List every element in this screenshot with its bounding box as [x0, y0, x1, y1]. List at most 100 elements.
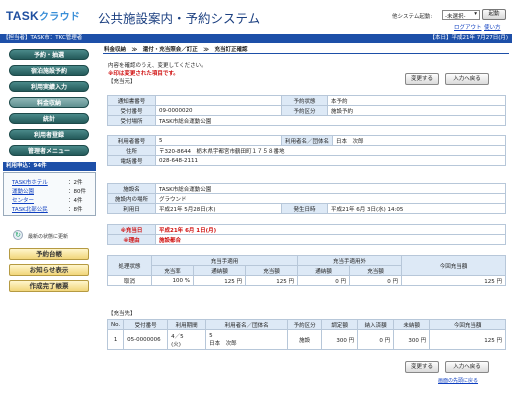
logo-text: TASK: [6, 9, 39, 23]
divider: [103, 53, 509, 54]
receipt-table: 通知書番号 予約状態 本予約 受付番号 09-0000020 予約区分 施設予約…: [107, 95, 506, 126]
main-content: 料金収納 ≫ 還付・充当照会／訂正 ≫ 充当訂正確認 内容を確認のうえ、変更して…: [100, 43, 512, 410]
tel-label: 電話番号: [107, 155, 156, 166]
facility-count: ：80件: [68, 189, 86, 195]
col-uketsuke: 受付番号: [123, 319, 169, 330]
list-item[interactable]: センター ：4件: [12, 196, 83, 204]
table-row: 1 05-0000006 4／5 (火) 5 日本 次郎 施設 300 円 0 円 …: [106, 329, 506, 350]
yoyaku-kubun-value: 施設予約: [327, 105, 506, 116]
back-to-top-link[interactable]: 画面の先頭に戻る: [438, 377, 478, 384]
place-value: グラウンド: [155, 193, 506, 204]
allocation-date-label: ※充当日: [107, 224, 156, 235]
cell-normal2: 0 円: [297, 275, 350, 286]
yoyaku-kubun-label: 予約区分: [281, 105, 328, 116]
operator-info: 【担当者】TASK市：TKC管理者: [3, 35, 83, 41]
col-rate: 充当率: [151, 265, 194, 276]
cell-konkai: 125 円: [429, 329, 506, 350]
refresh-link[interactable]: 最新の状態に更新: [28, 233, 68, 240]
use-date-label: 利用日: [107, 203, 156, 214]
cell-status: 取消: [107, 275, 152, 286]
user-name-value: 日本 次郎: [332, 135, 506, 146]
user-no-label: 利用者番号: [107, 135, 156, 146]
sidebar-item-shukuhaku[interactable]: 宿泊施設予約: [9, 65, 89, 76]
reason-label: ※理由: [107, 234, 156, 245]
uketsuke-place-label: 受付場所: [107, 115, 156, 126]
application-count-box: TASK市ホテル ：2件 運動公園 ：80件 センター ：4件 TASK北部公民 ：8件: [3, 172, 96, 216]
instruction-text: 内容を確認のうえ、変更してください。: [108, 63, 207, 69]
start-button[interactable]: 起動: [482, 9, 506, 20]
col-period: 利用期間: [167, 319, 207, 330]
col-applied: 充当手適用: [151, 255, 298, 266]
app-title: 公共施設案内・予約システム: [98, 11, 261, 26]
status-bar: 【担当者】TASK市：TKC管理者 【本日】平成21年 7月27日(月): [0, 34, 512, 43]
section-title-dest: 【充当先】: [108, 311, 136, 317]
cell-amount2: 0 円: [349, 275, 402, 286]
logout-link[interactable]: ログアウト: [454, 23, 482, 31]
notice-no-value: [155, 95, 282, 106]
sidebar-item-toukei[interactable]: 統計: [9, 113, 89, 124]
list-item[interactable]: 運動公園 ：80件: [12, 187, 86, 195]
cell-no: 1: [106, 329, 125, 350]
uketsuke-no-label: 受付番号: [107, 105, 156, 116]
facility-label: 施設名: [107, 183, 156, 194]
system-launch-label: 他システム起動:: [392, 14, 433, 20]
system-select[interactable]: -未選択- ▾: [442, 10, 480, 20]
chevron-down-icon: ▾: [474, 11, 477, 17]
help-link[interactable]: 使い方: [484, 23, 501, 31]
breadcrumb: 料金収納 ≫ 還付・充当照会／訂正 ≫ 充当訂正確認: [104, 47, 248, 53]
list-item[interactable]: TASK市ホテル ：2件: [12, 178, 83, 186]
changed-notice: ※印は変更された項目です。: [108, 71, 179, 77]
col-normal: 通納額: [193, 265, 246, 276]
section-title-source: 【充当元】: [108, 79, 136, 85]
facility-link[interactable]: 運動公園: [12, 189, 34, 195]
facility-table: 施設名 TASK市総合運動公園 施設内の場所 グラウンド 利用日 平成21年 5…: [107, 183, 506, 214]
occurred-value: 平成21年 6月 3日(水) 14:05: [327, 203, 506, 214]
list-item[interactable]: TASK北部公民 ：8件: [12, 205, 83, 213]
user-name: 日本 次郎: [209, 340, 237, 347]
cell-kubun: 施設: [287, 329, 323, 350]
uketsuke-no-value: 09-0000020: [155, 105, 282, 116]
facility-link[interactable]: TASK北部公民: [12, 207, 48, 213]
cell-this-time: 125 円: [401, 275, 506, 286]
facility-count: ：8件: [68, 207, 83, 213]
col-chotei: 調定額: [321, 319, 359, 330]
notice-display-button[interactable]: お知らせ表示: [9, 264, 89, 276]
facility-link[interactable]: センター: [12, 198, 34, 204]
sidebar-item-jisseki[interactable]: 利用実績入力: [9, 81, 89, 92]
notice-no-label: 通知書番号: [107, 95, 156, 106]
sidebar: 予約・抽選 宿泊施設予約 利用実績入力 料金収納 統計 利用者登録 管理者メニュ…: [0, 43, 100, 410]
col-user: 利用者名／団体名: [205, 319, 289, 330]
col-this-time: 今回充当額: [401, 255, 506, 276]
occurred-label: 発生日時: [281, 203, 328, 214]
sidebar-item-kanri[interactable]: 管理者メニュー: [9, 145, 89, 156]
back-to-input-button-bottom[interactable]: 入力へ戻る: [445, 361, 489, 373]
place-label: 施設内の場所: [107, 193, 156, 204]
change-button[interactable]: 変更する: [405, 73, 439, 85]
sidebar-item-ryokin[interactable]: 料金収納: [9, 97, 89, 108]
refresh-icon[interactable]: ↻: [13, 230, 23, 240]
user-table: 利用者番号 5 利用者名／団体名 日本 次郎 住所 〒320-8644 栃木県宇…: [107, 135, 506, 166]
facility-value: TASK市総合運動公園: [155, 183, 506, 194]
cell-user: 5 日本 次郎: [205, 329, 289, 350]
address-value: 〒320-8644 栃木県宇都宮市鶴田町１７５８番地: [155, 145, 506, 156]
status-value: 本予約: [327, 95, 506, 106]
sidebar-item-yoyaku[interactable]: 予約・抽選: [9, 49, 89, 60]
change-button-bottom[interactable]: 変更する: [405, 361, 439, 373]
reason-value: 施設都合: [155, 234, 506, 245]
completed-forms-button[interactable]: 作成完了帳票: [9, 280, 89, 292]
col-not-applied: 充当手適用外: [297, 255, 402, 266]
cell-normal: 125 円: [193, 275, 246, 286]
reservation-ledger-button[interactable]: 予約台帳: [9, 248, 89, 260]
back-to-input-button[interactable]: 入力へ戻る: [445, 73, 489, 85]
col-amount2: 充当額: [349, 265, 402, 276]
table-row: 取消 100 % 125 円 125 円 0 円 0 円 125 円: [107, 275, 506, 286]
user-no-value: 5: [155, 135, 282, 146]
allocation-table: ※充当日 平成21年 6月 1日(月) ※理由 施設都合: [107, 224, 506, 245]
facility-link[interactable]: TASK市ホテル: [12, 180, 48, 186]
period-weekday: (火): [171, 341, 181, 348]
application-count-title: 利用申込：94件: [3, 162, 96, 171]
logo: TASKクラウド: [6, 8, 80, 23]
status-label: 予約状態: [281, 95, 328, 106]
sidebar-item-riyousha[interactable]: 利用者登録: [9, 129, 89, 140]
cell-period: 4／5 (火): [167, 329, 207, 350]
